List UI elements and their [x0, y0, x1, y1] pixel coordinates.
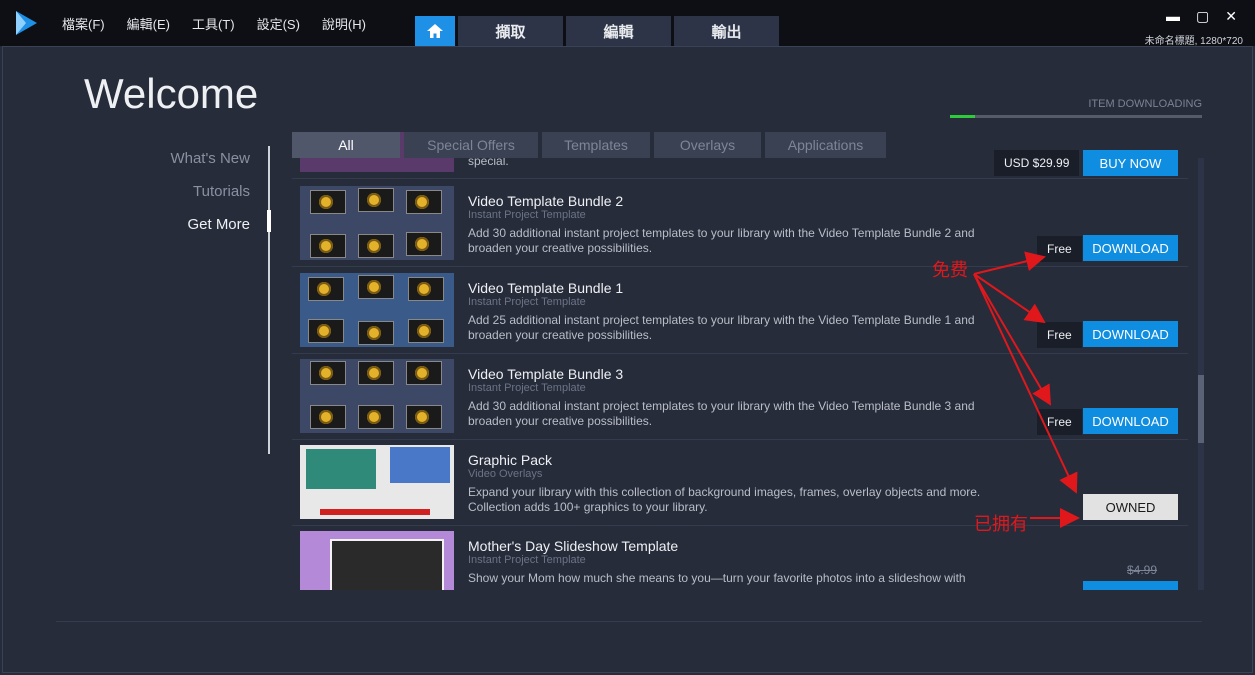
tab-templates[interactable]: Templates	[542, 132, 650, 158]
tab-special-offers[interactable]: Special Offers	[404, 132, 538, 158]
arrow-owned-from-free	[973, 273, 1078, 494]
tab-overlays[interactable]: Overlays	[654, 132, 761, 158]
filter-tabs: All Special Offers Templates Overlays Ap…	[292, 132, 886, 158]
annotation-arrows	[973, 251, 1080, 528]
arrow-free-1	[973, 251, 1046, 275]
arrow-free-3	[973, 273, 1052, 406]
tab-all[interactable]: All	[292, 132, 400, 158]
tab-applications[interactable]: Applications	[765, 132, 886, 158]
arrow-lines	[973, 251, 1080, 528]
